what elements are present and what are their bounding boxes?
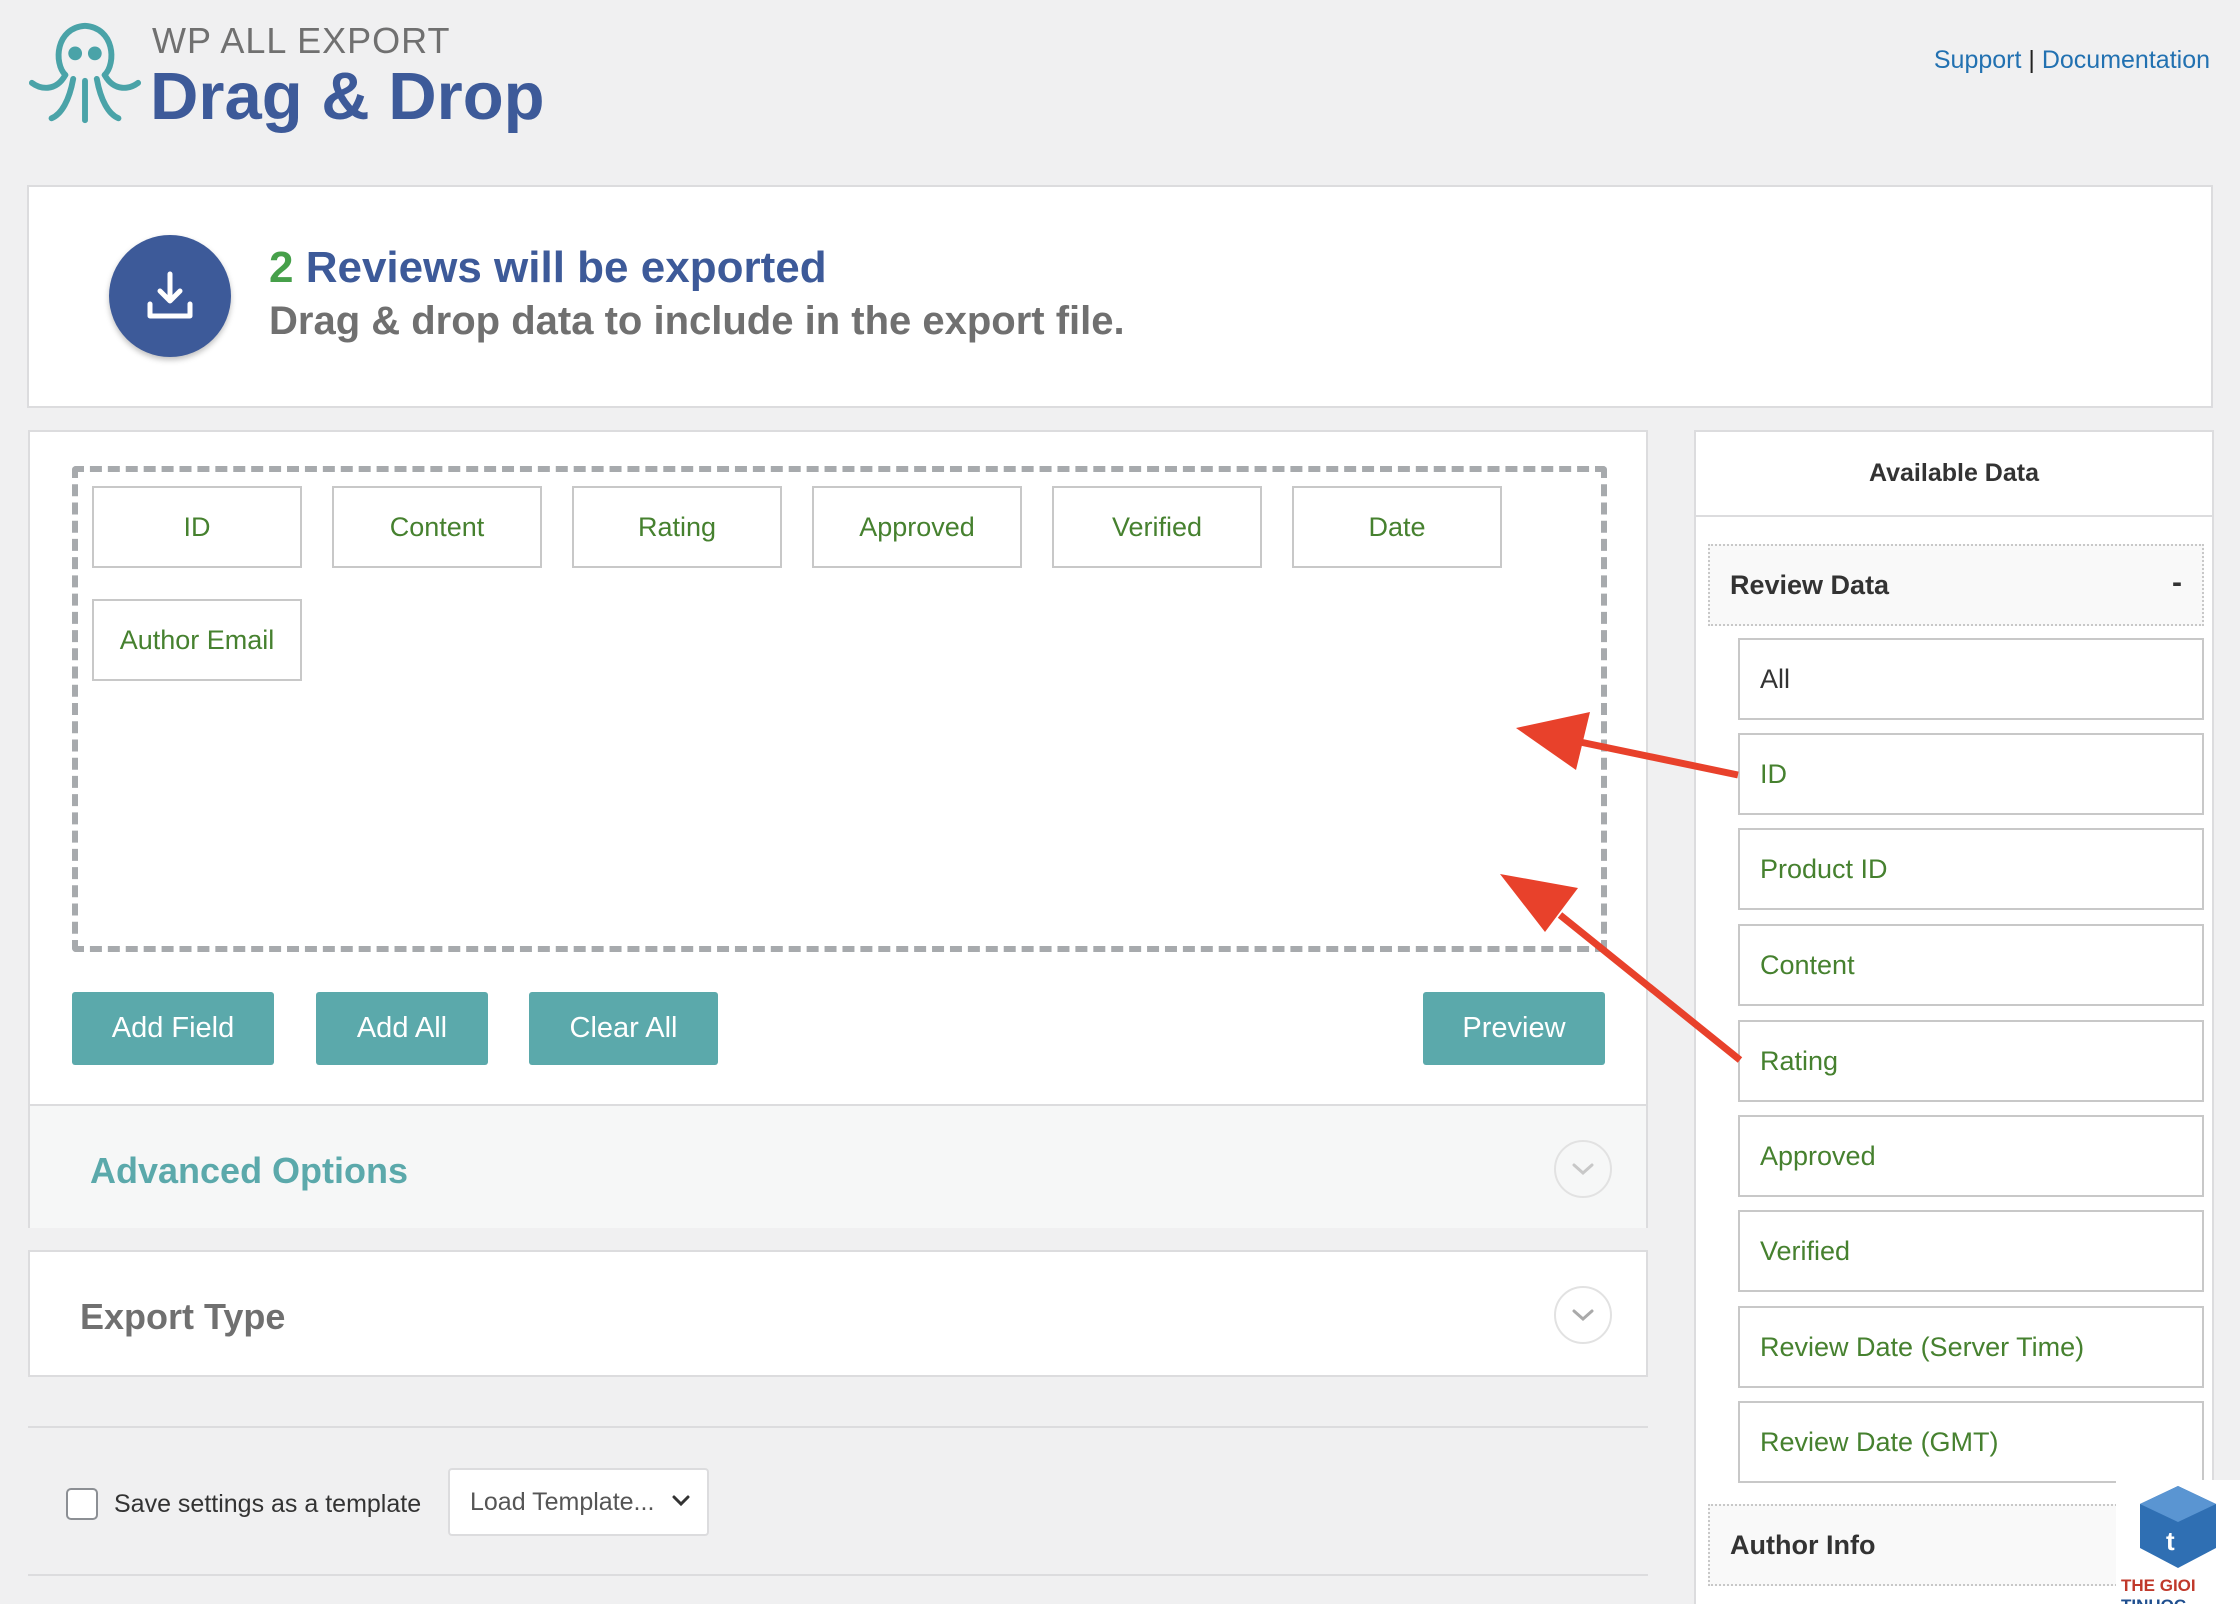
export-type-section[interactable]: Export Type xyxy=(28,1250,1648,1377)
export-field-chip[interactable]: ID xyxy=(92,486,302,568)
chevron-down-icon[interactable] xyxy=(1554,1286,1612,1344)
review-data-section-header[interactable]: Review Data - xyxy=(1708,544,2204,626)
export-count-headline: 2 Reviews will be exported xyxy=(269,243,827,293)
save-template-checkbox[interactable] xyxy=(66,1488,98,1520)
brand-subtitle: WP ALL EXPORT xyxy=(152,20,451,61)
export-summary-panel: 2 Reviews will be exported Drag & drop d… xyxy=(27,185,2213,408)
available-data-title: Available Data xyxy=(1696,432,2212,517)
brand-title: Drag & Drop xyxy=(150,59,545,134)
top-links: Support | Documentation xyxy=(1934,46,2210,75)
octopus-logo-icon xyxy=(28,22,142,124)
watermark-text-part1: THE GIOI xyxy=(2121,1576,2196,1595)
advanced-options-toggle[interactable]: Advanced Options xyxy=(30,1104,1646,1228)
preview-button[interactable]: Preview xyxy=(1423,992,1605,1065)
available-field-item[interactable]: Review Date (GMT) xyxy=(1738,1401,2204,1483)
watermark-text: THE GIOI TINHOC xyxy=(2121,1576,2240,1604)
export-headline-text: Reviews will be exported xyxy=(305,243,827,292)
chevron-down-icon[interactable] xyxy=(1554,1140,1612,1198)
load-template-placeholder: Load Template... xyxy=(470,1487,655,1516)
advanced-options-label: Advanced Options xyxy=(90,1150,409,1191)
export-field-chip[interactable]: Author Email xyxy=(92,599,302,681)
add-field-button[interactable]: Add Field xyxy=(72,992,274,1065)
available-field-item[interactable]: Content xyxy=(1738,924,2204,1006)
watermark-text-part2: TINHOC xyxy=(2121,1596,2186,1604)
divider xyxy=(28,1426,1648,1428)
section-label: Review Data xyxy=(1730,569,1890,600)
available-field-item[interactable]: Product ID xyxy=(1738,828,2204,910)
available-field-item[interactable]: ID xyxy=(1738,733,2204,815)
export-fields-dropzone[interactable]: ID Content Rating Approved Verified Date… xyxy=(72,466,1607,952)
chevron-down-icon xyxy=(672,1495,690,1507)
export-field-chip[interactable]: Rating xyxy=(572,486,782,568)
link-separator: | xyxy=(2028,46,2035,74)
save-template-label: Save settings as a template xyxy=(114,1490,422,1518)
load-template-select[interactable]: Load Template... xyxy=(448,1468,709,1536)
section-label: Author Info xyxy=(1730,1529,1876,1560)
documentation-link[interactable]: Documentation xyxy=(2042,46,2210,74)
export-field-chip[interactable]: Date xyxy=(1292,486,1502,568)
svg-text:t: t xyxy=(2166,1526,2175,1556)
export-instructions: Drag & drop data to include in the expor… xyxy=(269,299,1125,343)
available-field-item[interactable]: Approved xyxy=(1738,1115,2204,1197)
collapse-toggle-icon[interactable]: - xyxy=(2172,566,2182,600)
available-field-item[interactable]: Verified xyxy=(1738,1210,2204,1292)
available-field-item[interactable]: Rating xyxy=(1738,1020,2204,1102)
field-builder-panel: ID Content Rating Approved Verified Date… xyxy=(28,430,1648,1228)
download-icon xyxy=(109,235,231,357)
divider xyxy=(28,1574,1648,1576)
available-data-panel: Available Data Review Data - All ID Prod… xyxy=(1694,430,2214,1604)
support-link[interactable]: Support xyxy=(1934,46,2022,74)
available-field-item[interactable]: Review Date (Server Time) xyxy=(1738,1306,2204,1388)
export-field-chip[interactable]: Content xyxy=(332,486,542,568)
export-count: 2 xyxy=(269,243,294,292)
export-type-label: Export Type xyxy=(80,1296,286,1337)
export-field-chip[interactable]: Approved xyxy=(812,486,1022,568)
add-all-button[interactable]: Add All xyxy=(316,992,488,1065)
clear-all-button[interactable]: Clear All xyxy=(529,992,718,1065)
export-field-chip[interactable]: Verified xyxy=(1052,486,1262,568)
available-field-item[interactable]: All xyxy=(1738,638,2204,720)
